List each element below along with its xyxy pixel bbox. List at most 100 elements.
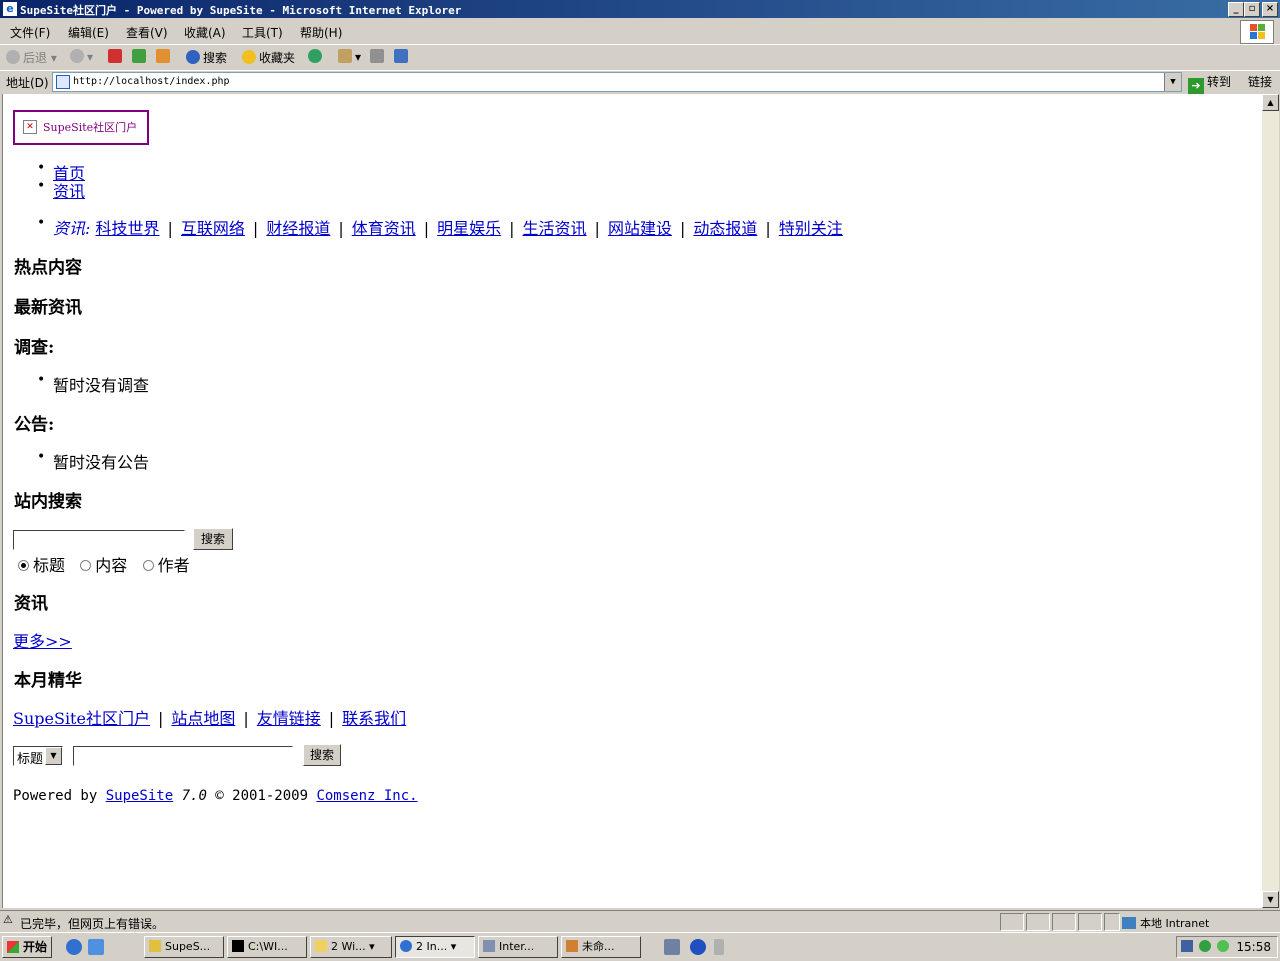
favorites-button[interactable]: 收藏夹 — [242, 49, 295, 66]
category-special[interactable]: 特别关注 — [779, 219, 843, 238]
search-icon — [186, 50, 200, 64]
address-dropdown-icon[interactable]: ▼ — [1164, 73, 1181, 91]
category-label: 资讯: — [53, 219, 91, 238]
radio-selected-icon — [18, 560, 29, 571]
network-icon[interactable] — [664, 939, 680, 955]
site-search-heading: 站内搜索 — [14, 492, 82, 512]
radio-title[interactable]: 标题 — [18, 556, 65, 575]
go-button[interactable]: ➔ 转到 — [1188, 73, 1231, 94]
footer-links: SupeSite社区门户 | 站点地图 | 友情链接 | 联系我们 — [13, 709, 407, 728]
edit-button[interactable] — [394, 49, 411, 64]
maximize-button[interactable]: ▫ — [1244, 2, 1260, 17]
footer-link-friends[interactable]: 友情链接 — [257, 709, 321, 728]
shield-icon[interactable] — [1199, 940, 1211, 952]
history-button[interactable] — [308, 49, 325, 64]
security-tray-icon[interactable] — [1217, 940, 1229, 952]
clock[interactable]: 15:58 — [1236, 940, 1271, 954]
refresh-button[interactable] — [132, 49, 149, 64]
footer-search-input[interactable] — [73, 746, 293, 766]
site-search-input[interactable] — [13, 530, 185, 550]
stop-button[interactable] — [108, 49, 125, 64]
refresh-icon — [132, 49, 146, 63]
poll-empty-text: 暂时没有调查 — [37, 372, 149, 396]
page-viewport: ✕ SupeSite社区门户 首页 资讯 资讯: 科技世界|互联网络|财经报道|… — [2, 94, 1263, 908]
status-bar: ⚠ 已完毕，但网页上有错误。 本地 Intranet — [0, 910, 1280, 931]
help-icon[interactable] — [690, 939, 706, 955]
radio-content[interactable]: 内容 — [80, 556, 127, 575]
back-button[interactable]: 后退 ▾ — [6, 49, 57, 66]
task-explorer-group[interactable]: 2 Wi... ▾ — [310, 936, 392, 958]
category-tech[interactable]: 科技世界 — [96, 219, 160, 238]
menu-file[interactable]: 文件(F) — [10, 24, 50, 41]
site-logo[interactable]: ✕ SupeSite社区门户 — [13, 110, 149, 145]
history-icon — [308, 49, 322, 63]
vertical-scrollbar[interactable]: ▲ ▼ — [1262, 94, 1279, 908]
status-cell — [1000, 913, 1024, 931]
radio-author[interactable]: 作者 — [142, 556, 190, 575]
menu-edit[interactable]: 编辑(E) — [68, 24, 109, 41]
site-search-button[interactable]: 搜索 — [193, 528, 233, 550]
footer-select-value: 标题 — [17, 752, 44, 767]
menu-help[interactable]: 帮助(H) — [300, 24, 342, 41]
task-internet[interactable]: Inter... — [478, 936, 558, 958]
star-icon — [242, 50, 256, 64]
comsenz-link[interactable]: Comsenz Inc. — [316, 788, 417, 804]
category-website[interactable]: 网站建设 — [608, 219, 672, 238]
footer-link-sitemap[interactable]: 站点地图 — [171, 709, 235, 728]
home-button[interactable] — [156, 49, 173, 64]
hot-content-heading: 热点内容 — [14, 258, 82, 278]
task-supesite[interactable]: SupeS... — [144, 936, 224, 958]
print-button[interactable] — [370, 49, 387, 64]
mail-button[interactable]: ▾ — [338, 49, 361, 64]
close-button[interactable]: × — [1262, 2, 1278, 17]
menu-view[interactable]: 查看(V) — [126, 24, 168, 41]
category-entertainment[interactable]: 明星娱乐 — [437, 219, 501, 238]
quicklaunch-desktop-icon[interactable] — [88, 939, 104, 955]
links-button[interactable]: 链接 — [1248, 73, 1272, 90]
category-life[interactable]: 生活资讯 — [523, 219, 587, 238]
printer-icon — [370, 49, 384, 63]
logo-alt-text: SupeSite社区门户 — [43, 121, 138, 134]
scroll-up-icon[interactable]: ▲ — [1262, 94, 1279, 111]
toolbar-expand-icon[interactable] — [714, 939, 724, 955]
edit-page-icon — [394, 49, 408, 63]
nav-news-link[interactable]: 资讯 — [37, 178, 85, 202]
supesite-link[interactable]: SupeSite — [106, 788, 173, 804]
notice-empty-text: 暂时没有公告 — [37, 449, 149, 473]
category-sports[interactable]: 体育资讯 — [352, 219, 416, 238]
minimize-button[interactable]: _ — [1228, 2, 1244, 17]
network-tray-icon[interactable] — [1181, 940, 1193, 952]
footer-link-home[interactable]: SupeSite社区门户 — [13, 709, 150, 728]
scroll-down-icon[interactable]: ▼ — [1262, 891, 1279, 908]
intranet-icon — [1122, 917, 1136, 929]
task-cmd[interactable]: C:\WI... — [227, 936, 307, 958]
window-title: SupeSite社区门户 - Powered by SupeSite - Mic… — [20, 4, 462, 17]
address-label: 地址(D) — [6, 76, 49, 90]
back-arrow-icon — [6, 50, 20, 64]
address-url: http://localhost/index.php — [73, 76, 230, 87]
task-ie-group[interactable]: 2 In... ▾ — [395, 936, 475, 958]
footer-search-button[interactable]: 搜索 — [303, 744, 341, 766]
address-input[interactable]: http://localhost/index.php ▼ — [52, 72, 1182, 92]
menu-favorites[interactable]: 收藏(A) — [184, 24, 226, 41]
menu-tools[interactable]: 工具(T) — [242, 24, 283, 41]
task-untitled[interactable]: 未命... — [561, 936, 641, 958]
search-button[interactable]: 搜索 — [186, 49, 227, 66]
internet-icon — [483, 940, 495, 952]
category-internet[interactable]: 互联网络 — [181, 219, 245, 238]
category-finance[interactable]: 财经报道 — [266, 219, 330, 238]
forward-button[interactable]: ▾ — [70, 49, 93, 64]
standard-toolbar: 后退 ▾ ▾ 搜索 收藏夹 ▾ — [0, 44, 1280, 69]
start-button[interactable]: 开始 — [2, 936, 52, 958]
more-link[interactable]: 更多>> — [13, 628, 72, 652]
footer-link-contact[interactable]: 联系我们 — [342, 709, 406, 728]
category-dynamic[interactable]: 动态报道 — [693, 219, 757, 238]
search-type-options: 标题 内容 作者 — [18, 552, 190, 576]
chevron-down-icon: ▼ — [45, 747, 62, 765]
poll-heading: 调查: — [14, 338, 55, 358]
quicklaunch-ie-icon[interactable] — [66, 939, 82, 955]
warning-icon[interactable]: ⚠ — [3, 914, 15, 926]
windows-flag-icon — [7, 941, 19, 953]
footer-search-select[interactable]: 标题 ▼ — [13, 746, 63, 767]
page-icon — [56, 75, 70, 89]
